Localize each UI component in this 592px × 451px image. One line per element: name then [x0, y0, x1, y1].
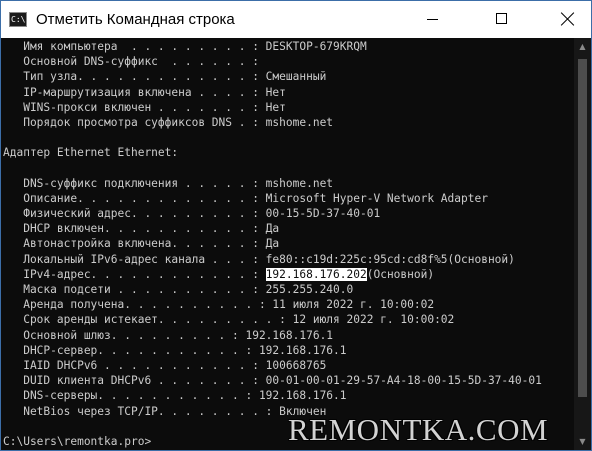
- console-line: Локальный IPv6-адрес канала . . . : fe80…: [3, 252, 542, 267]
- console-line-text: Маска подсети . . . . . . . . . . : 255.…: [3, 283, 354, 296]
- console-output[interactable]: Имя компьютера . . . . . . . . . : DESKT…: [1, 38, 574, 450]
- selected-ip-address[interactable]: 192.168.176.202: [265, 267, 367, 281]
- console-line-text: WINS-прокси включен . . . . . . . : Нет: [3, 100, 286, 114]
- console-line: Аренда получена. . . . . . . . . . : 11 …: [3, 297, 542, 312]
- console-line-text: Имя компьютера . . . . . . . . . : DESKT…: [3, 40, 367, 53]
- minimize-button[interactable]: [409, 1, 455, 38]
- console-line: Физический адрес. . . . . . . . . : 00-1…: [3, 206, 542, 221]
- console-line: Срок аренды истекает. . . . . . . . . : …: [3, 312, 542, 327]
- console-line-text: DHCP-сервер. . . . . . . . . . . : 192.1…: [3, 343, 347, 357]
- console-line-text: Основной шлюз. . . . . . . . . : 192.168…: [3, 328, 334, 342]
- command-prompt-window: C:\. Отметить Командная строка Имя компь…: [0, 0, 592, 451]
- console-line-text: Тип узла. . . . . . . . . . . . . : Смеш…: [3, 70, 327, 84]
- console-line-text: Основной DNS-суффикс . . . . . . :: [3, 55, 259, 69]
- console-line: Основной DNS-суффикс . . . . . . :: [3, 54, 542, 69]
- console-line-text: Физический адрес. . . . . . . . . : 00-1…: [3, 207, 381, 221]
- console-line-text: IP-маршрутизация включена . . . . : Нет: [3, 85, 286, 99]
- console-line: Тип узла. . . . . . . . . . . . . : Смеш…: [3, 69, 542, 84]
- console-line: Основной шлюз. . . . . . . . . : 192.168…: [3, 328, 542, 343]
- title-bar[interactable]: C:\. Отметить Командная строка: [1, 1, 591, 38]
- console-line-text: Срок аренды истекает. . . . . . . . . : …: [3, 313, 455, 327]
- scrollbar-thumb[interactable]: [578, 59, 587, 397]
- console-line-text: IAID DHCPv6 . . . . . . . . . . . : 1006…: [3, 358, 327, 372]
- console-line-text: Описание. . . . . . . . . . . . . : Micr…: [3, 191, 488, 205]
- console-line: IP-маршрутизация включена . . . . : Нет: [3, 85, 542, 100]
- vertical-scrollbar[interactable]: ▲ ▼: [574, 38, 591, 450]
- window-title: Отметить Командная строка: [36, 11, 235, 28]
- console-line: DNS-суффикс подключения . . . . . : msho…: [3, 176, 542, 191]
- console-line: Адаптер Ethernet Ethernet:: [3, 145, 542, 160]
- console-line-text: DHCP включен. . . . . . . . . . . : Да: [3, 222, 280, 236]
- console-line: IPv4-адрес. . . . . . . . . . . . : 192.…: [3, 267, 542, 282]
- console-line-text: Порядок просмотра суффиксов DNS . : msho…: [3, 115, 334, 129]
- console-line-text: Адаптер Ethernet Ethernet:: [3, 146, 179, 160]
- console-line-text: C:\Users\remontka.pro>: [3, 434, 152, 448]
- console-line: Порядок просмотра суффиксов DNS . : msho…: [3, 115, 542, 130]
- close-button[interactable]: [545, 1, 591, 38]
- console-line-text: DUID клиента DHCPv6 . . . . . . . : 00-0…: [3, 374, 542, 388]
- console-line-text: Аренда получена. . . . . . . . . . : 11 …: [3, 298, 435, 312]
- console-lines: Имя компьютера . . . . . . . . . : DESKT…: [3, 39, 542, 449]
- console-line-text: DNS-суффикс подключения . . . . . : msho…: [3, 176, 334, 190]
- console-line-text: NetBios через TCP/IP. . . . . . . . : Вк…: [3, 404, 327, 418]
- console-line: DHCP-сервер. . . . . . . . . . . : 192.1…: [3, 343, 542, 358]
- console-line: Имя компьютера . . . . . . . . . : DESKT…: [3, 39, 542, 54]
- console-line: Описание. . . . . . . . . . . . . : Micr…: [3, 191, 542, 206]
- console-line-suffix: (Основной): [366, 267, 435, 281]
- console-line: Маска подсети . . . . . . . . . . : 255.…: [3, 282, 542, 297]
- console-line-text: Локальный IPv6-адрес канала . . . : fe80…: [3, 252, 515, 266]
- console-line: DUID клиента DHCPv6 . . . . . . . : 00-0…: [3, 373, 542, 388]
- minimize-icon: [427, 19, 438, 20]
- console-line-text: Автонастройка включена. . . . . . : Да: [3, 237, 280, 251]
- scroll-down-arrow-icon[interactable]: ▼: [574, 433, 591, 450]
- watermark: REMONTKA.COM: [288, 412, 549, 447]
- scroll-up-arrow-icon[interactable]: ▲: [574, 38, 591, 55]
- scrollbar-track[interactable]: [574, 55, 591, 433]
- maximize-icon: [496, 13, 507, 24]
- console-line: DNS-серверы. . . . . . . . . . . : 192.1…: [3, 388, 542, 403]
- close-icon: [561, 12, 575, 26]
- console-line-text: DNS-серверы. . . . . . . . . . . : 192.1…: [3, 389, 347, 403]
- cmd-icon: C:\.: [9, 12, 27, 27]
- maximize-button[interactable]: [478, 1, 524, 38]
- console-line: WINS-прокси включен . . . . . . . : Нет: [3, 100, 542, 115]
- console-line-text: IPv4-адрес. . . . . . . . . . . . :: [3, 267, 266, 281]
- console-line: IAID DHCPv6 . . . . . . . . . . . : 1006…: [3, 358, 542, 373]
- console-line: Автонастройка включена. . . . . . : Да: [3, 236, 542, 251]
- console-line: DHCP включен. . . . . . . . . . . : Да: [3, 221, 542, 236]
